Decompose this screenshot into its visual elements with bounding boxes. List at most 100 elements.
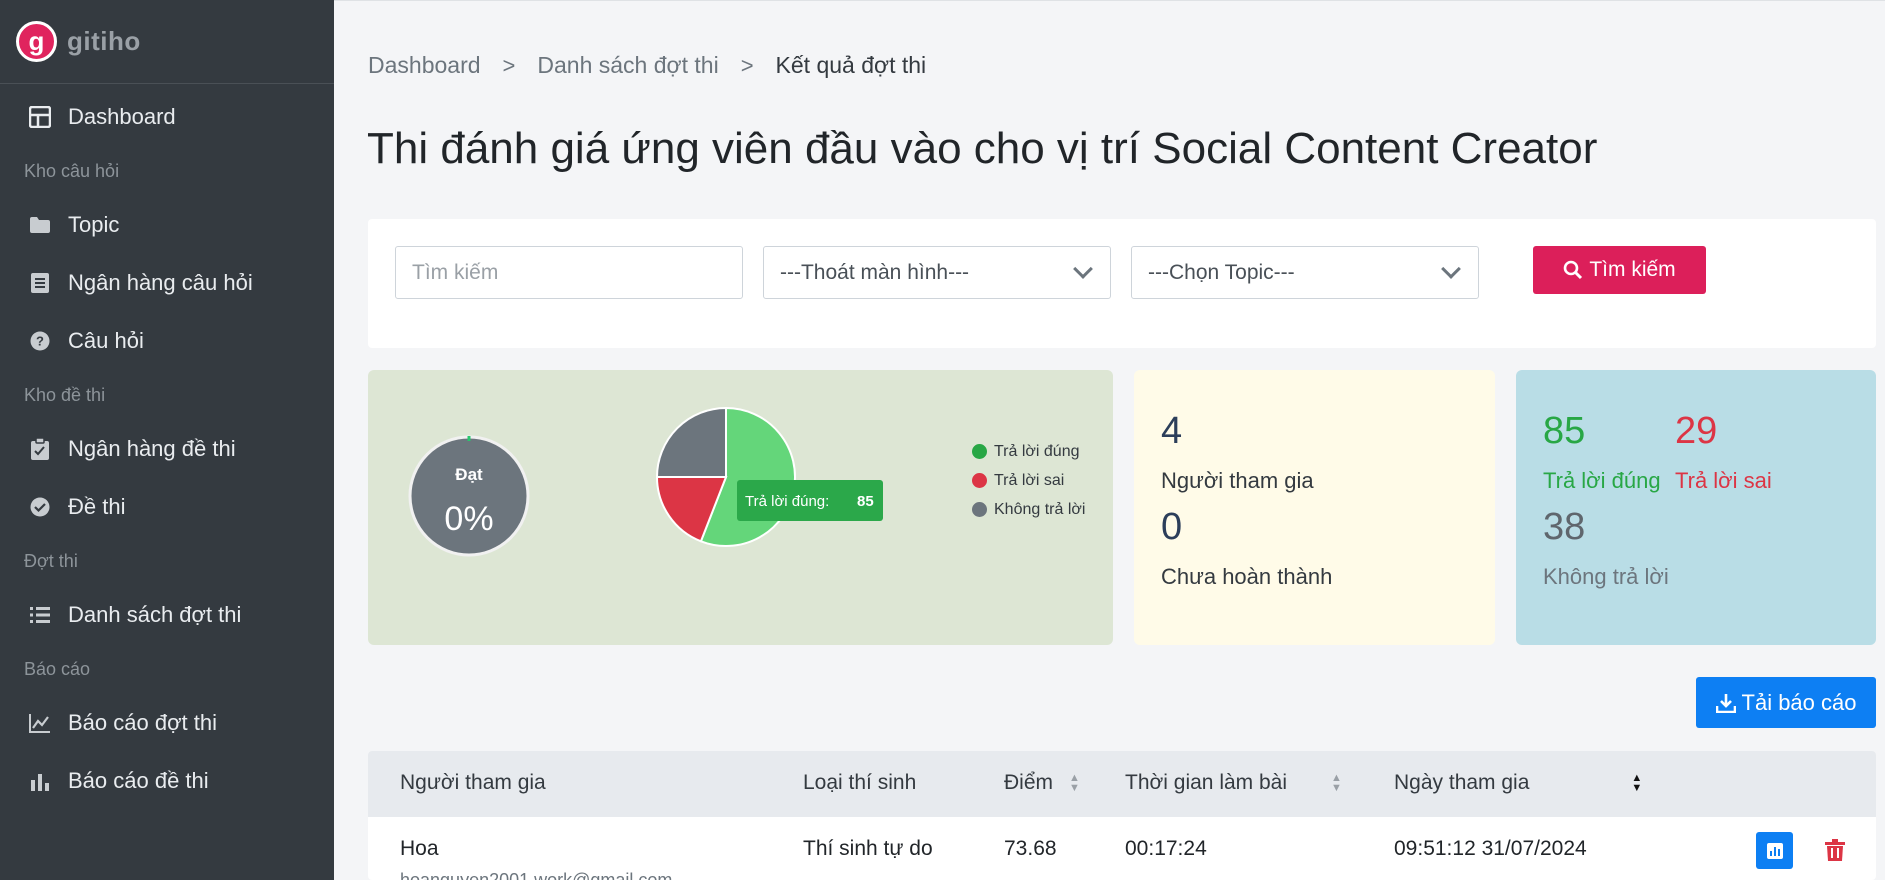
sidebar-section-questions: Kho câu hỏi [24, 160, 120, 181]
screen-exit-select[interactable]: ---Thoát màn hình--- [763, 246, 1111, 299]
chevron-down-icon [1441, 258, 1461, 279]
view-stats-button[interactable] [1756, 832, 1793, 869]
legend-label: Trả lời sai [994, 471, 1065, 489]
sidebar-item-dashboard[interactable]: Dashboard [0, 88, 334, 146]
sidebar-item-topic[interactable]: Topic [0, 196, 334, 254]
column-header-duration[interactable]: Thời gian làm bài ▲ ▼ [1125, 771, 1342, 795]
sidebar-item-round-list[interactable]: Danh sách đợt thi [0, 586, 334, 644]
legend-dot-none [972, 502, 987, 517]
table-row[interactable]: Hoa hoanguyen2001.work@gmail.com Thí sin… [368, 817, 1876, 880]
question-circle-icon: ? [28, 329, 52, 353]
column-header-label: Thời gian làm bài [1125, 771, 1288, 794]
pie-tooltip: Trả lời đúng: 85 [737, 480, 883, 521]
sidebar-item-label: Câu hỏi [68, 328, 144, 353]
sidebar-item-exam-bank[interactable]: Ngân hàng đề thi [0, 420, 334, 478]
search-input[interactable]: Tìm kiếm [395, 246, 743, 299]
legend-item-wrong[interactable]: Trả lời sai [972, 466, 1085, 495]
sidebar-item-round-report[interactable]: Báo cáo đợt thi [0, 694, 334, 752]
breadcrumb-separator: > [502, 52, 516, 78]
pie-legend: Trả lời đúng Trả lời sai Không trả lời [972, 437, 1085, 524]
legend-label: Trả lời đúng [994, 442, 1080, 460]
topic-select-value: ---Chọn Topic--- [1148, 260, 1295, 284]
line-chart-icon [28, 711, 52, 735]
breadcrumb-separator: > [740, 52, 754, 78]
results-table: Người tham gia Loại thí sinh Điểm ▲ ▼ Thời… [368, 751, 1876, 880]
sidebar-item-exams[interactable]: Đề thi [0, 478, 334, 536]
cell-type: Thí sinh tự do [803, 837, 933, 860]
sidebar-section-reports: Báo cáo [24, 658, 91, 679]
sidebar: g gitiho Dashboard Kho câu hỏi Topic Ngâ… [0, 0, 334, 880]
sidebar-item-label: Ngân hàng đề thi [68, 436, 236, 461]
search-button-label: Tìm kiếm [1589, 258, 1676, 281]
download-report-button[interactable]: Tải báo cáo [1696, 677, 1876, 728]
cell-name: Hoa [400, 837, 439, 860]
legend-item-correct[interactable]: Trả lời đúng [972, 437, 1085, 466]
screen-exit-select-value: ---Thoát màn hình--- [780, 260, 970, 284]
cell-score: 73.68 [1004, 837, 1057, 860]
correct-label: Trả lời đúng [1543, 468, 1661, 493]
delete-button[interactable] [1820, 835, 1850, 865]
sidebar-section-rounds: Đợt thi [24, 550, 78, 571]
chevron-down-icon [1073, 258, 1093, 279]
answers-pie-chart [655, 406, 796, 547]
column-header-date[interactable]: Ngày tham gia ▲ ▼ [1394, 771, 1642, 795]
list-icon [28, 603, 52, 627]
breadcrumb-round-list[interactable]: Danh sách đợt thi [537, 52, 718, 79]
answers-summary-card: 85 Trả lời đúng 29 Trả lời sai 38 Không … [1516, 370, 1876, 645]
pie-tooltip-value: 85 [857, 493, 874, 510]
incomplete-count: 0 [1161, 506, 1183, 548]
brand-logo-icon: g [16, 21, 57, 62]
search-icon [1563, 260, 1583, 280]
legend-item-none[interactable]: Không trả lời [972, 495, 1085, 524]
svg-text:?: ? [36, 334, 44, 349]
sidebar-item-question-bank[interactable]: Ngân hàng câu hỏi [0, 254, 334, 312]
column-header-label: Người tham gia [400, 771, 546, 794]
sidebar-item-label: Ngân hàng câu hỏi [68, 270, 253, 295]
clipboard-icon [28, 437, 52, 461]
pie-tooltip-label: Trả lời đúng: [745, 493, 829, 510]
sidebar-item-label: Danh sách đợt thi [68, 602, 242, 627]
sidebar-item-exam-report[interactable]: Báo cáo đề thi [0, 752, 334, 810]
download-button-label: Tải báo cáo [1741, 689, 1857, 715]
brand-name: gitiho [67, 26, 141, 56]
sidebar-item-label: Dashboard [68, 104, 176, 129]
participants-card: 4 Người tham gia 0 Chưa hoàn thành [1134, 370, 1495, 645]
legend-dot-correct [972, 444, 987, 459]
cell-date: 09:51:12 31/07/2024 [1394, 837, 1587, 860]
column-header-label: Ngày tham gia [1394, 771, 1530, 794]
bar-chart-icon [28, 769, 52, 793]
pass-gauge: Đạt 0% [408, 435, 530, 557]
brand[interactable]: g gitiho [0, 0, 334, 84]
sidebar-section-exams: Kho đề thi [24, 384, 106, 405]
sidebar-item-label: Đề thi [68, 494, 126, 519]
column-header-score[interactable]: Điểm ▲ ▼ [1004, 771, 1080, 795]
answer-chart-card: Đạt 0% Trả lời đúng: 85 Trả lời đúng Trả… [368, 370, 1113, 645]
incomplete-label: Chưa hoàn thành [1161, 564, 1333, 589]
column-header-label: Loại thí sinh [803, 771, 917, 794]
sidebar-item-label: Topic [68, 212, 120, 237]
sort-icon: ▲ ▼ [1069, 772, 1080, 794]
topic-select[interactable]: ---Chọn Topic--- [1131, 246, 1479, 299]
folder-icon [28, 213, 52, 237]
none-count: 38 [1543, 506, 1586, 548]
none-label: Không trả lời [1543, 564, 1669, 589]
chart-icon [1766, 842, 1783, 859]
sort-desc-icon: ▲ ▼ [1631, 772, 1643, 794]
sidebar-item-label: Báo cáo đề thi [68, 768, 209, 793]
pie-slice-none[interactable] [655, 406, 727, 478]
sidebar-item-questions[interactable]: ? Câu hỏi [0, 312, 334, 370]
breadcrumb-dashboard[interactable]: Dashboard [368, 52, 481, 79]
pass-gauge-label: Đạt [455, 465, 483, 484]
wrong-count: 29 [1675, 410, 1718, 452]
participants-count: 4 [1161, 410, 1183, 452]
download-icon [1715, 693, 1736, 713]
column-header-participant[interactable]: Người tham gia [400, 771, 546, 795]
column-header-label: Điểm [1004, 771, 1054, 794]
breadcrumb-current: Kết quả đợt thi [775, 52, 927, 78]
column-header-type[interactable]: Loại thí sinh [803, 771, 916, 795]
search-button[interactable]: Tìm kiếm [1533, 246, 1706, 294]
participants-label: Người tham gia [1161, 468, 1314, 493]
pass-gauge-value: 0% [444, 500, 493, 538]
correct-count: 85 [1543, 410, 1586, 452]
cell-email: hoanguyen2001.work@gmail.com [400, 870, 673, 880]
